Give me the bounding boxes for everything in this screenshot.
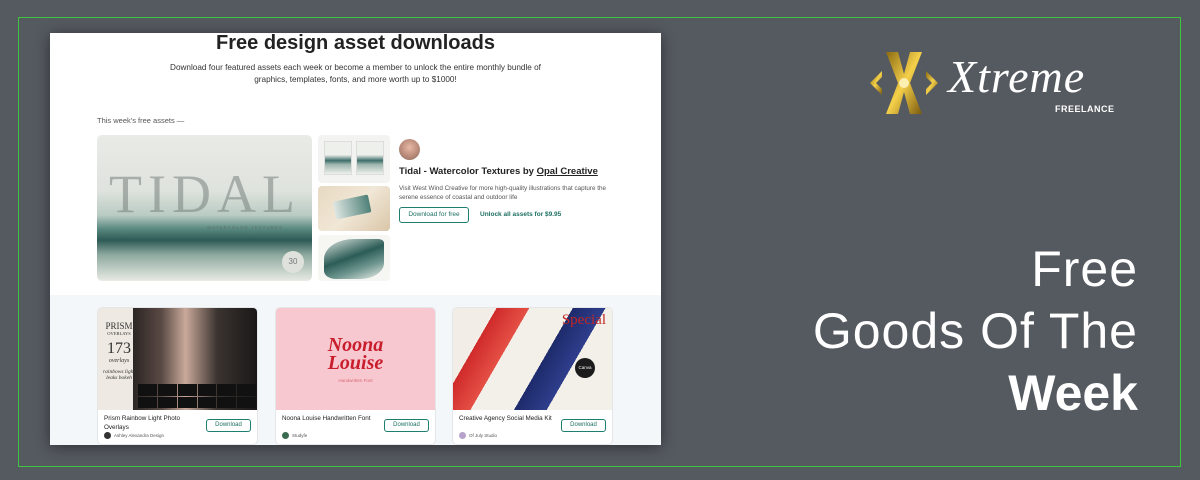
featured-thumbnail-3[interactable] — [318, 235, 390, 281]
asset-author[interactable]: Studyfe — [282, 432, 307, 439]
author-avatar-icon — [104, 432, 111, 439]
hero-badge: 30 — [282, 251, 304, 273]
headline-line-3: Week — [1008, 365, 1138, 421]
hero-subtitle: WATERCOLOR TEXTURES — [207, 225, 283, 230]
grid-cell — [157, 396, 177, 408]
asset-author-name: Of July Studio — [469, 433, 498, 438]
headline: Free Goods Of The Week — [813, 238, 1138, 424]
asset-image[interactable]: Special Canva — [453, 308, 612, 410]
download-button[interactable]: Download — [206, 419, 251, 432]
noona-image-text: Noona Louise — [276, 335, 435, 374]
asset-card[interactable]: Special Canva Creative Agency Social Med… — [452, 307, 613, 445]
thumb-wave — [324, 239, 384, 279]
website-screenshot: Free design asset downloads Download fou… — [50, 33, 661, 445]
prism-line: overlays — [108, 358, 130, 364]
prism-image-text: PRISM OVERLAYS 173 overlays rainbows lig… — [102, 321, 136, 382]
asset-author[interactable]: Of July Studio — [459, 432, 497, 439]
featured-title-text: Tidal - Watercolor Textures by — [399, 166, 537, 177]
brand-tagline: FREELANCE — [1055, 104, 1115, 114]
asset-name[interactable]: Noona Louise Handwritten Font — [282, 414, 382, 423]
grid-cell — [217, 396, 237, 408]
asset-image[interactable]: Noona Louise Handwritten Font — [276, 308, 435, 410]
canva-badge: Canva — [575, 358, 595, 378]
hero-title: TIDAL — [109, 164, 301, 224]
featured-description: Visit West Wind Creative for more high-q… — [399, 185, 606, 201]
featured-hero-image[interactable]: TIDAL WATERCOLOR TEXTURES 30 — [97, 135, 312, 281]
noona-line: Louise — [327, 352, 384, 374]
headline-line-2: Goods Of The — [812, 303, 1138, 359]
download-button[interactable]: Download — [384, 419, 429, 432]
thumb-mockup-right — [356, 141, 384, 175]
xtreme-freelance-logo: Xtreme FREELANCE — [868, 50, 1138, 120]
asset-card[interactable]: Noona Louise Handwritten Font Noona Loui… — [275, 307, 436, 445]
grid-cell — [217, 384, 237, 396]
page-title: Free design asset downloads — [216, 33, 495, 54]
grid-cell — [177, 384, 197, 396]
noona-subtitle: Handwritten Font — [338, 378, 373, 383]
asset-name[interactable]: Creative Agency Social Media Kit — [459, 414, 559, 423]
asset-card[interactable]: PRISM OVERLAYS 173 overlays rainbows lig… — [97, 307, 258, 445]
headline-line-1: Free — [1031, 241, 1138, 297]
grid-cell — [177, 396, 197, 408]
prism-line: PRISM — [105, 321, 133, 331]
grid-cell — [237, 396, 256, 408]
asset-name[interactable]: Prism Rainbow Light Photo Overlays — [104, 414, 204, 432]
prism-line: rainbows light leaks bokeh — [103, 369, 135, 381]
download-for-free-button[interactable]: Download for free — [399, 207, 469, 223]
featured-title: Tidal - Watercolor Textures by Opal Crea… — [399, 166, 598, 177]
author-avatar-icon — [282, 432, 289, 439]
author-link[interactable]: Opal Creative — [537, 166, 598, 177]
grid-cell — [138, 384, 157, 396]
page-subtitle: Download four featured assets each week … — [170, 63, 541, 84]
featured-thumbnail-1[interactable] — [318, 135, 390, 183]
author-avatar-icon — [459, 432, 466, 439]
grid-cell — [197, 396, 217, 408]
overlay-grid — [138, 384, 256, 408]
thumb-mockup-left — [324, 141, 352, 175]
special-image-text: Special — [561, 312, 606, 328]
grid-cell — [197, 384, 217, 396]
unlock-all-assets-link[interactable]: Unlock all assets for $9.95 — [480, 211, 561, 218]
download-button[interactable]: Download — [561, 419, 606, 432]
grid-cell — [237, 384, 256, 396]
week-label: This week's free assets — — [97, 116, 185, 125]
brand-name: Xtreme — [948, 51, 1086, 102]
grid-cell — [138, 396, 157, 408]
asset-author-name: Ashley Alexandra Design — [114, 433, 165, 438]
prism-line: OVERLAYS — [107, 331, 131, 336]
asset-image[interactable]: PRISM OVERLAYS 173 overlays rainbows lig… — [98, 308, 257, 410]
thumb-card — [332, 194, 372, 220]
prism-line: 173 — [107, 340, 131, 357]
grid-cell — [157, 384, 177, 396]
featured-thumbnail-2[interactable] — [318, 186, 390, 231]
author-avatar[interactable] — [399, 139, 420, 160]
asset-author-name: Studyfe — [292, 433, 308, 438]
asset-author[interactable]: Ashley Alexandra Design — [104, 432, 164, 439]
x-logo-icon — [870, 52, 938, 114]
